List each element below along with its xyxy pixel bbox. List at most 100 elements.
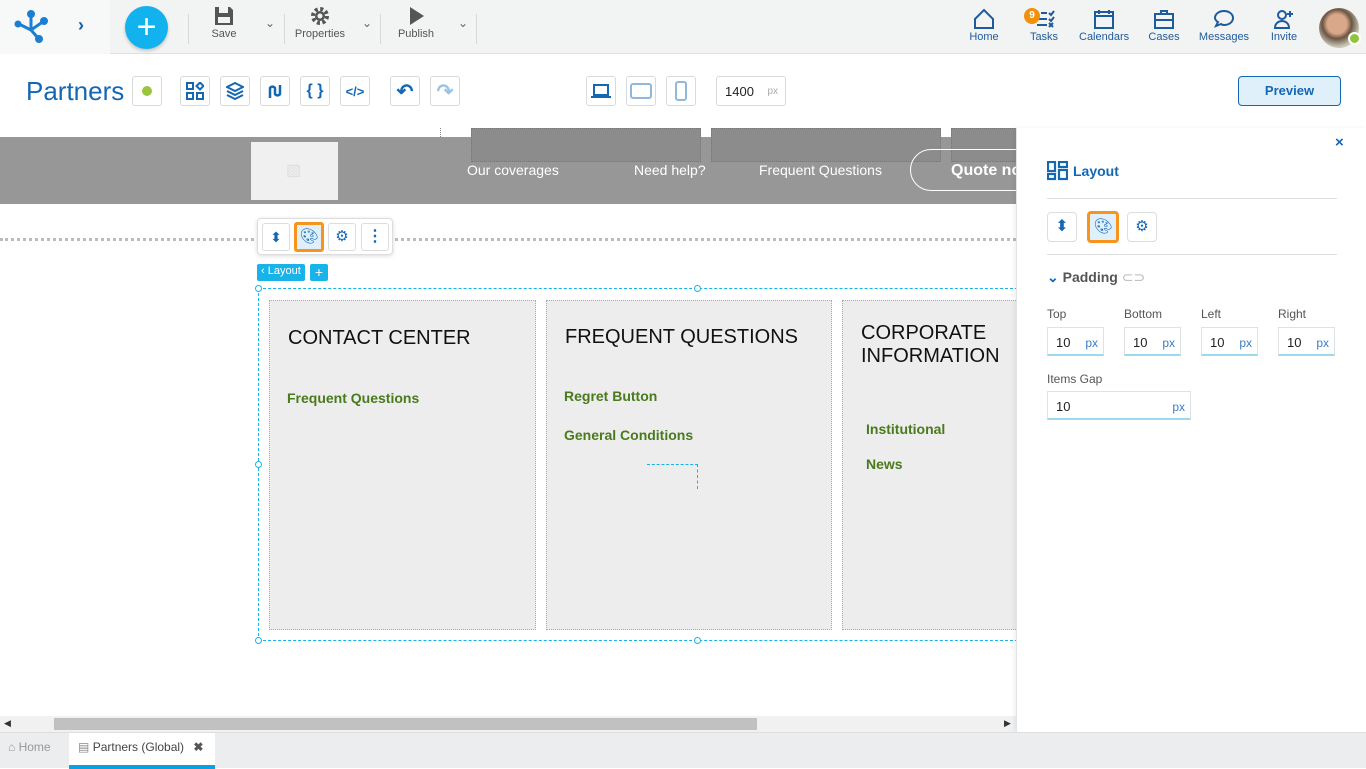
- move-icon: ⬍: [1055, 218, 1069, 235]
- card-corporate-information[interactable]: CORPORATE INFORMATION Institutional News: [842, 300, 1016, 630]
- layers-button[interactable]: [220, 76, 250, 106]
- page-title: Partners: [26, 76, 125, 106]
- flow-button[interactable]: [260, 76, 290, 106]
- status-button[interactable]: [132, 76, 162, 106]
- save-button[interactable]: Save: [204, 6, 244, 40]
- selection-label: Layout: [267, 265, 301, 277]
- close-icon[interactable]: ×: [1335, 134, 1344, 151]
- unit: px: [1316, 336, 1329, 350]
- desktop-view-button[interactable]: [586, 76, 616, 106]
- properties-button[interactable]: Properties: [292, 6, 348, 40]
- card-contact-center[interactable]: CONTACT CENTER Frequent Questions: [269, 300, 536, 630]
- logo-placeholder-image[interactable]: ▧: [251, 142, 338, 200]
- padding-top-input[interactable]: 10 px: [1047, 327, 1104, 356]
- card-link[interactable]: Regret Button: [564, 388, 657, 404]
- quote-now-button[interactable]: Quote no: [910, 149, 1016, 191]
- tab-partners-global[interactable]: ▤ Partners (Global) ✖: [69, 733, 215, 769]
- chevron-down-icon: ⌄: [1047, 269, 1059, 285]
- resize-handle[interactable]: [694, 637, 701, 644]
- flow-icon: [268, 85, 282, 98]
- design-canvas[interactable]: ▧ Our coverages Need help? Frequent Ques…: [0, 128, 1016, 716]
- menu-link-faq[interactable]: Frequent Questions: [759, 162, 882, 178]
- card-title: FREQUENT QUESTIONS: [565, 326, 798, 348]
- publish-button[interactable]: Publish: [396, 6, 436, 40]
- panel-style-tab[interactable]: 🎨︎: [1087, 211, 1119, 243]
- properties-panel: × Layout ⬍ 🎨︎ ⚙ ⌄ Padding ⊂⊃ Top Bottom …: [1016, 128, 1366, 732]
- save-dropdown-chevron-icon[interactable]: ⌄: [265, 16, 275, 30]
- expand-chevron-icon[interactable]: ›: [78, 15, 84, 36]
- play-icon: [410, 7, 424, 25]
- layers-icon: [226, 82, 244, 100]
- nav-calendars[interactable]: Calendars: [1079, 8, 1129, 43]
- scroll-left-arrow-icon[interactable]: ◀: [4, 718, 11, 729]
- redo-button[interactable]: ↷: [430, 76, 460, 106]
- link-icon[interactable]: ⊂⊃: [1122, 269, 1145, 285]
- resize-handle[interactable]: [255, 461, 262, 468]
- publish-dropdown-chevron-icon[interactable]: ⌄: [458, 16, 468, 30]
- padding-right-input[interactable]: 10 px: [1278, 327, 1335, 356]
- right-label: Right: [1278, 307, 1307, 321]
- padding-section-toggle[interactable]: ⌄ Padding ⊂⊃: [1047, 269, 1145, 286]
- site-header: ▧ Our coverages Need help? Frequent Ques…: [0, 128, 1016, 204]
- resize-handle[interactable]: [694, 285, 701, 292]
- drop-guide: [647, 464, 698, 489]
- undo-button[interactable]: ↶: [390, 76, 420, 106]
- tablet-view-button[interactable]: [626, 76, 656, 106]
- card-link[interactable]: General Conditions: [564, 427, 693, 443]
- horizontal-scrollbar[interactable]: ◀ ▶: [0, 716, 1016, 732]
- layout-icon: [1047, 161, 1068, 181]
- value: 10: [1210, 335, 1225, 350]
- close-tab-icon[interactable]: ✖: [193, 740, 203, 754]
- panel-move-tab[interactable]: ⬍: [1047, 212, 1077, 242]
- nav-invite[interactable]: Invite: [1264, 8, 1304, 43]
- advanced-settings-icon[interactable]: ⚙: [328, 223, 356, 251]
- mobile-view-button[interactable]: [666, 76, 696, 106]
- message-icon: [1213, 9, 1235, 28]
- nav-messages[interactable]: Messages: [1196, 8, 1252, 43]
- html-code-button[interactable]: </>: [340, 76, 370, 106]
- canvas-width-input[interactable]: 1400 px: [716, 76, 786, 106]
- scroll-right-arrow-icon[interactable]: ▶: [1004, 718, 1011, 729]
- more-options-icon[interactable]: ⋮: [361, 223, 389, 251]
- card-link[interactable]: News: [866, 456, 903, 472]
- add-button[interactable]: +: [125, 6, 168, 49]
- nav-label: Invite: [1270, 31, 1298, 43]
- nav-label: Calendars: [1079, 31, 1130, 43]
- move-icon[interactable]: ⬍: [262, 223, 290, 251]
- menu-link-help[interactable]: Need help?: [634, 162, 706, 178]
- card-frequent-questions[interactable]: FREQUENT QUESTIONS Regret Button General…: [546, 300, 832, 630]
- padding-left-input[interactable]: 10 px: [1201, 327, 1258, 356]
- menu-link-coverages[interactable]: Our coverages: [467, 162, 559, 178]
- status-dot: [142, 86, 152, 96]
- panel-advanced-tab[interactable]: ⚙: [1127, 212, 1157, 242]
- tab-home[interactable]: ⌂ Home: [8, 740, 51, 754]
- nav-label: Home: [969, 31, 999, 43]
- items-gap-input[interactable]: 10 px: [1047, 391, 1191, 420]
- add-element-button[interactable]: +: [310, 264, 328, 281]
- resize-handle[interactable]: [255, 285, 262, 292]
- app-logo-icon[interactable]: [14, 10, 48, 44]
- unit: px: [1239, 336, 1252, 350]
- calendar-icon: [1094, 10, 1114, 29]
- resize-handle[interactable]: [255, 637, 262, 644]
- card-title: CORPORATE INFORMATION: [861, 322, 1000, 367]
- value: 10: [1056, 399, 1071, 414]
- components-button[interactable]: [180, 76, 210, 106]
- code-braces-button[interactable]: { }: [300, 76, 330, 106]
- value: 10: [1287, 335, 1302, 350]
- code-icon: </>: [345, 83, 365, 99]
- palette-icon[interactable]: 🎨︎: [294, 222, 324, 252]
- nav-home[interactable]: Home: [964, 8, 1004, 43]
- card-link[interactable]: Institutional: [866, 421, 945, 437]
- nav-cases[interactable]: Cases: [1144, 8, 1184, 43]
- nav-tasks[interactable]: Tasks 9: [1024, 8, 1064, 43]
- layout-breadcrumb-tag[interactable]: ‹ Layout: [257, 264, 305, 281]
- width-value: 1400: [725, 83, 754, 99]
- properties-dropdown-chevron-icon[interactable]: ⌄: [362, 16, 372, 30]
- card-link[interactable]: Frequent Questions: [287, 390, 419, 406]
- padding-bottom-input[interactable]: 10 px: [1124, 327, 1181, 356]
- scrollbar-thumb[interactable]: [54, 718, 757, 730]
- advanced-settings-icon: ⚙: [1135, 218, 1149, 235]
- top-toolbar: › + Save ⌄ Properties ⌄ Publish ⌄ Home T…: [0, 0, 1366, 54]
- preview-button[interactable]: Preview: [1238, 76, 1341, 106]
